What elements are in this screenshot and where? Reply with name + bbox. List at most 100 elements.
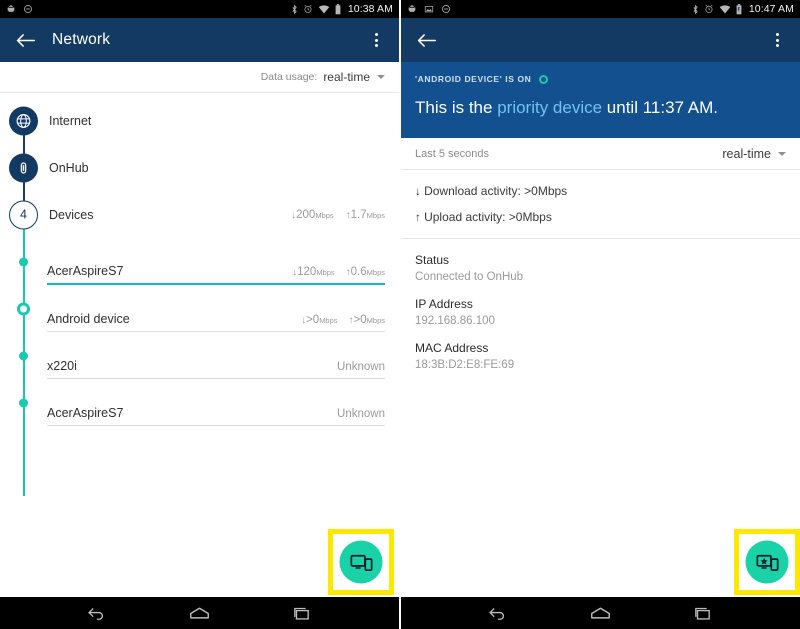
device-row[interactable]: AcerAspireS7 Unknown xyxy=(0,379,399,426)
battery-icon xyxy=(335,3,341,14)
device-marker-dot xyxy=(19,351,28,360)
device-rates: ↓120Mbps ↑0.6Mbps xyxy=(292,266,385,278)
globe-icon xyxy=(9,106,38,135)
nav-recents-icon[interactable] xyxy=(282,600,322,626)
nav-back-icon[interactable] xyxy=(478,600,518,626)
right-nav-bar xyxy=(401,597,800,629)
fab-highlight-box xyxy=(328,529,394,595)
data-usage-row: Data usage: real-time xyxy=(0,62,399,93)
device-row-body: AcerAspireS7 Unknown xyxy=(47,406,385,426)
detail-key: Status xyxy=(415,253,450,268)
alarm-icon xyxy=(304,4,312,13)
upload-rate: ↑1.7Mbps xyxy=(345,208,385,221)
right-phone-screen: 10:47 AM 'ANDROID DEVICE' IS ON This is … xyxy=(401,0,800,629)
device-row[interactable]: x220i Unknown xyxy=(0,332,399,379)
tree-node-rates: ↓200Mbps ↑1.7Mbps xyxy=(291,209,399,221)
devices-icon xyxy=(350,554,372,571)
right-status-bar-right-icons: 10:47 AM xyxy=(692,3,794,15)
nav-home-icon[interactable] xyxy=(179,600,219,626)
alarm-icon xyxy=(705,4,713,13)
device-row-body: Android device ↓>0Mbps ↑>0Mbps xyxy=(47,312,385,332)
back-arrow-icon[interactable] xyxy=(12,27,38,53)
device-row[interactable]: AcerAspireS7 ↓120Mbps ↑0.6Mbps xyxy=(0,238,399,285)
download-rate: ↓>0Mbps xyxy=(301,314,338,326)
priority-device-banner: 'ANDROID DEVICE' IS ON This is the prior… xyxy=(401,62,800,139)
devices-fab-button[interactable] xyxy=(339,540,383,584)
detail-mac-address: MAC Address 18:3B:D2:E8:FE:69 xyxy=(401,327,800,371)
device-name: AcerAspireS7 xyxy=(47,406,124,420)
download-rate: ↓200Mbps xyxy=(291,208,334,221)
do-not-disturb-icon xyxy=(24,5,32,13)
tree-node-label: OnHub xyxy=(49,160,89,175)
download-rate: ↓120Mbps xyxy=(292,266,335,278)
bluetooth-icon xyxy=(292,4,297,14)
right-status-time: 10:47 AM xyxy=(748,3,794,15)
upload-rate: ↑>0Mbps xyxy=(348,314,385,326)
device-name: Android device xyxy=(47,312,130,326)
right-status-bar: 10:47 AM xyxy=(401,0,800,18)
banner-text-highlight: priority device xyxy=(497,98,603,117)
page-title: Network xyxy=(52,31,111,48)
tree-node-devices[interactable]: 4 Devices ↓200Mbps ↑1.7Mbps xyxy=(0,191,399,238)
overflow-menu-icon[interactable] xyxy=(365,28,387,52)
device-rates: ↓>0Mbps ↑>0Mbps xyxy=(301,314,385,326)
device-count-value: 4 xyxy=(20,207,27,222)
device-marker-dot xyxy=(19,398,28,407)
bluetooth-icon xyxy=(693,4,698,14)
device-status: Unknown xyxy=(337,361,385,373)
status-ring-icon xyxy=(539,74,549,84)
nav-home-icon[interactable] xyxy=(580,600,620,626)
left-app-bar: Network xyxy=(0,18,399,62)
last-interval-value[interactable]: real-time xyxy=(722,147,771,161)
fab-highlight-box xyxy=(734,529,800,595)
device-row-body: AcerAspireS7 ↓120Mbps ↑0.6Mbps xyxy=(47,264,385,285)
tree-node-internet[interactable]: Internet xyxy=(0,97,399,144)
last-interval-row: Last 5 seconds real-time xyxy=(401,138,800,171)
device-row-body: x220i Unknown xyxy=(47,359,385,379)
detail-key: IP Address xyxy=(415,297,473,312)
device-name: x220i xyxy=(47,359,77,373)
banner-text-after: until 11:37 AM. xyxy=(602,98,718,117)
network-tree: Internet OnHub 4 Devices ↓200Mbps ↑1.7Mb… xyxy=(0,93,399,496)
device-marker-dot xyxy=(19,257,28,266)
download-arrow-icon: ↓ xyxy=(415,186,421,199)
android-icon xyxy=(408,5,416,12)
download-activity-row: ↓ Download activity: >0Mbps xyxy=(401,170,800,198)
detail-ip-address: IP Address 192.168.86.100 xyxy=(401,283,800,327)
tree-node-label: Devices xyxy=(49,207,94,222)
wifi-icon xyxy=(318,5,330,14)
chevron-down-icon[interactable] xyxy=(778,151,786,156)
banner-headline: This is the priority device until 11:37 … xyxy=(415,97,786,118)
detail-value: 18:3B:D2:E8:FE:69 xyxy=(415,359,515,372)
detail-key: MAC Address xyxy=(415,341,489,356)
data-usage-value[interactable]: real-time xyxy=(323,70,370,84)
priority-device-icon xyxy=(756,554,778,571)
upload-rate: ↑0.6Mbps xyxy=(345,266,385,278)
nav-back-icon[interactable] xyxy=(77,600,117,626)
priority-device-fab-button[interactable] xyxy=(745,540,789,584)
left-nav-bar xyxy=(0,597,399,629)
last-interval-label: Last 5 seconds xyxy=(415,147,489,160)
left-status-time: 10:38 AM xyxy=(347,3,393,15)
upload-activity-text: Upload activity: >0Mbps xyxy=(424,210,552,225)
tree-node-label: Internet xyxy=(49,113,92,128)
device-count-badge: 4 xyxy=(9,200,38,229)
device-name: AcerAspireS7 xyxy=(47,264,124,278)
data-usage-label: Data usage: xyxy=(260,71,318,83)
left-status-bar: 10:38 AM xyxy=(0,0,399,18)
do-not-disturb-icon xyxy=(442,5,450,13)
nav-recents-icon[interactable] xyxy=(683,600,723,626)
chevron-down-icon[interactable] xyxy=(377,75,385,79)
upload-arrow-icon: ↑ xyxy=(415,212,421,225)
device-row[interactable]: Android device ↓>0Mbps ↑>0Mbps xyxy=(0,285,399,332)
wifi-icon xyxy=(719,5,731,14)
download-activity-text: Download activity: >0Mbps xyxy=(424,184,568,199)
overflow-menu-icon[interactable] xyxy=(766,28,788,52)
banner-kicker-text: 'ANDROID DEVICE' IS ON xyxy=(415,74,532,84)
detail-value: Connected to OnHub xyxy=(415,271,524,284)
android-icon xyxy=(7,5,15,12)
banner-kicker: 'ANDROID DEVICE' IS ON xyxy=(415,74,786,84)
back-arrow-icon[interactable] xyxy=(413,27,439,53)
tree-node-onhub[interactable]: OnHub xyxy=(0,144,399,191)
banner-text-before: This is the xyxy=(415,98,498,117)
